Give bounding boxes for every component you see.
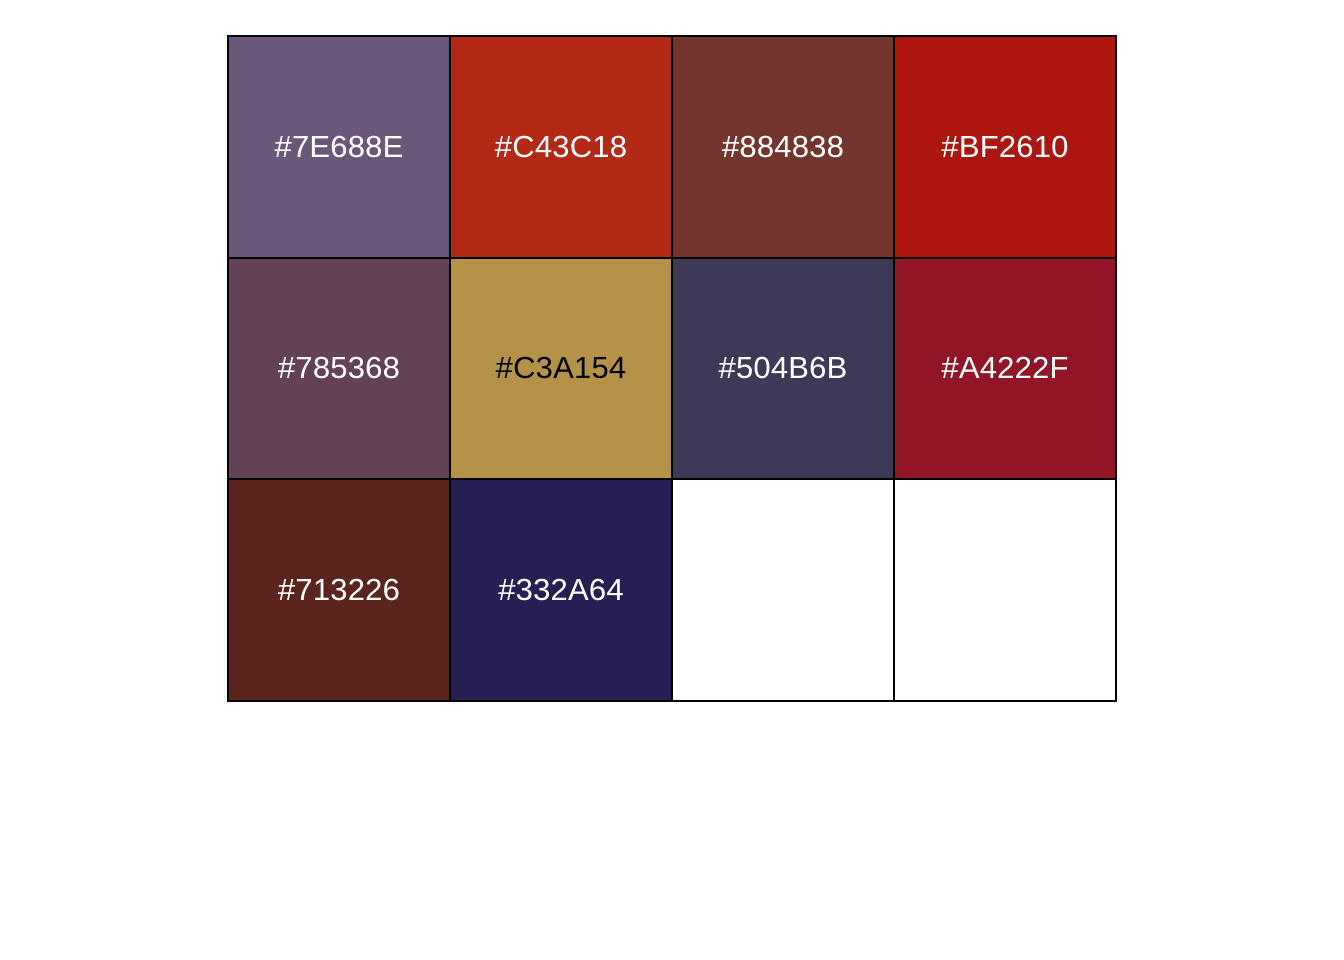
color-swatch: #785368 — [228, 257, 450, 480]
empty-swatch — [894, 479, 1116, 701]
swatch-hex-label: #BF2610 — [941, 128, 1069, 164]
swatch-hex-label: #785368 — [277, 350, 401, 386]
swatch-hex-label: #C3A154 — [495, 350, 627, 386]
swatch-hex-label: #504B6B — [718, 350, 848, 386]
color-swatch-grid: #7E688E #C43C18 #884838 #BF2610 #785368 … — [227, 35, 1117, 702]
color-swatch: #A4222F — [894, 257, 1116, 480]
color-swatch: #713226 — [228, 479, 450, 701]
swatch-hex-label: #C43C18 — [494, 128, 628, 164]
color-swatch: #C3A154 — [450, 257, 672, 480]
swatch-hex-label: #7E688E — [274, 128, 404, 164]
swatch-hex-label: #332A64 — [498, 572, 624, 608]
swatch-hex-label: #A4222F — [941, 350, 1069, 386]
color-swatch: #504B6B — [672, 257, 894, 480]
swatch-hex-label: #884838 — [721, 128, 845, 164]
swatch-hex-label: #713226 — [277, 572, 401, 608]
color-swatch: #BF2610 — [894, 36, 1116, 258]
color-swatch: #332A64 — [450, 479, 672, 701]
color-swatch: #C43C18 — [450, 36, 672, 258]
color-swatch: #7E688E — [228, 36, 450, 258]
empty-swatch — [672, 479, 894, 701]
color-swatch: #884838 — [672, 36, 894, 258]
